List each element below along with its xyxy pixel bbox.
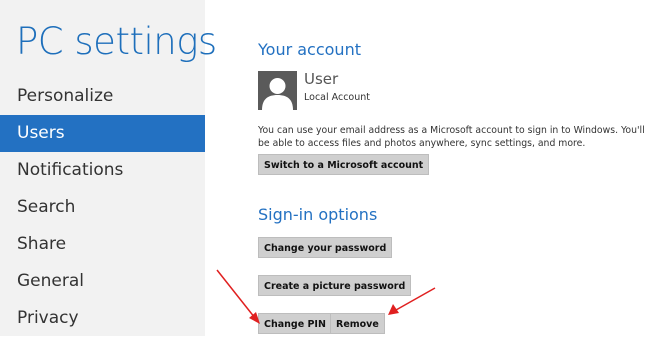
nav-item-share[interactable]: Share <box>0 226 205 263</box>
nav-item-notifications[interactable]: Notifications <box>0 152 205 189</box>
change-password-button[interactable]: Change your password <box>258 237 393 258</box>
your-account-heading: Your account <box>258 40 361 59</box>
settings-nav: Personalize Users Notifications Search S… <box>0 78 205 337</box>
switch-to-microsoft-account-button[interactable]: Switch to a Microsoft account <box>258 154 430 175</box>
sidebar: PC settings Personalize Users Notificati… <box>0 0 217 337</box>
annotation-arrow-change-pin <box>216 269 260 324</box>
microsoft-account-description: You can use your email address as a Micr… <box>258 125 645 149</box>
create-picture-password-button[interactable]: Create a picture password <box>258 275 412 296</box>
nav-item-search[interactable]: Search <box>0 189 205 226</box>
change-pin-button[interactable]: Change PIN <box>258 313 332 334</box>
account-type: Local Account <box>304 92 370 103</box>
nav-item-personalize[interactable]: Personalize <box>0 78 205 115</box>
nav-item-privacy[interactable]: Privacy <box>0 300 205 337</box>
app-title: PC settings <box>16 20 217 63</box>
user-name: User <box>304 70 339 88</box>
sign-in-options-heading: Sign-in options <box>258 205 378 224</box>
user-avatar-icon <box>258 71 297 110</box>
main-content: Your account User Local Account You can … <box>258 0 656 336</box>
nav-item-general[interactable]: General <box>0 263 205 300</box>
remove-pin-button[interactable]: Remove <box>330 313 385 334</box>
nav-item-users[interactable]: Users <box>0 115 205 152</box>
